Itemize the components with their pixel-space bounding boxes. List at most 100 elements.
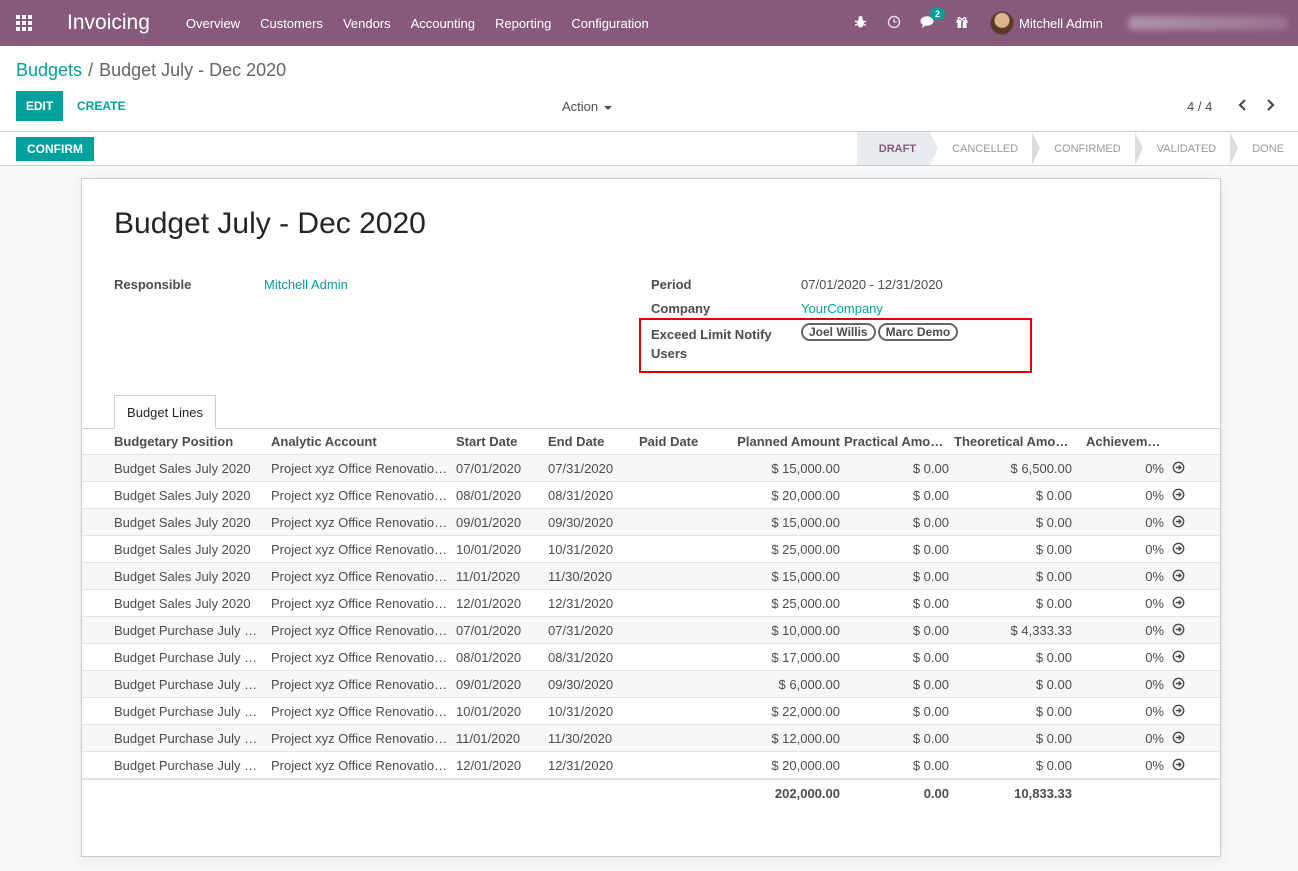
cell-practical-amount: $ 0.00 — [912, 703, 949, 719]
cell-end-date: 10/31/2020 — [548, 703, 614, 719]
header-end-date[interactable]: End Date — [548, 434, 630, 449]
avatar[interactable] — [990, 11, 1014, 35]
menu-accounting[interactable]: Accounting — [411, 16, 475, 31]
notify-tags: Joel Willis Marc Demo — [801, 323, 960, 341]
header-planned-amount[interactable]: Planned Amount — [722, 434, 840, 449]
table-row[interactable]: Budget Purchase July 2… Project xyz Offic… — [82, 671, 1220, 698]
stage-cancelled[interactable]: CANCELLED — [930, 132, 1041, 165]
table-row[interactable]: Budget Sales July 2020 Project xyz Office… — [82, 455, 1220, 482]
cell-planned-amount: $ 25,000.00 — [771, 541, 840, 557]
cell-end-date: 11/30/2020 — [548, 568, 613, 584]
tag-marc-demo[interactable]: Marc Demo — [877, 323, 959, 341]
cell-practical-amount: $ 0.00 — [912, 595, 949, 611]
chevron-left-icon[interactable] — [1236, 96, 1250, 114]
cell-start-date: 10/01/2020 — [456, 703, 522, 719]
menu-overview[interactable]: Overview — [186, 16, 240, 31]
bug-icon[interactable] — [850, 15, 870, 32]
menu-configuration[interactable]: Configuration — [571, 16, 648, 31]
header-analytic-account[interactable]: Analytic Account — [271, 434, 451, 449]
period-value: 07/01/2020 - 12/31/2020 — [801, 277, 943, 292]
table-row[interactable]: Budget Purchase July 2… Project xyz Offic… — [82, 725, 1220, 752]
table-row[interactable]: Budget Purchase July 2… Project xyz Offic… — [82, 617, 1220, 644]
arrow-circle-right-icon[interactable] — [1172, 677, 1186, 691]
arrow-circle-right-icon[interactable] — [1172, 515, 1186, 529]
chat-icon[interactable]: 2 — [918, 7, 946, 32]
stage-draft[interactable]: DRAFT — [856, 132, 939, 165]
table-row[interactable]: Budget Sales July 2020 Project xyz Office… — [82, 563, 1220, 590]
cell-budgetary-position: Budget Purchase July 2… — [114, 676, 262, 692]
table-row[interactable]: Budget Purchase July 2… Project xyz Offic… — [82, 752, 1220, 779]
menu-customers[interactable]: Customers — [260, 16, 323, 31]
cell-budgetary-position: Budget Purchase July 2… — [114, 757, 262, 773]
total-planned: 202,000.00 — [774, 785, 840, 801]
cell-budgetary-position: Budget Purchase July 2… — [114, 649, 262, 665]
budget-title: Budget July - Dec 2020 — [114, 207, 426, 240]
stage-done[interactable]: DONE — [1230, 132, 1298, 165]
create-button[interactable]: CREATE — [77, 99, 125, 113]
arrow-circle-right-icon[interactable] — [1172, 488, 1186, 502]
cell-practical-amount: $ 0.00 — [912, 676, 949, 692]
table-row[interactable]: Budget Sales July 2020 Project xyz Office… — [82, 590, 1220, 617]
header-practical-amount[interactable]: Practical Amount — [844, 434, 949, 449]
arrow-circle-right-icon[interactable] — [1172, 461, 1186, 475]
table-row[interactable]: Budget Purchase July 2… Project xyz Offic… — [82, 698, 1220, 725]
cell-budgetary-position: Budget Purchase July 2… — [114, 622, 262, 638]
confirm-button[interactable]: CONFIRM — [16, 137, 94, 161]
company-value[interactable]: YourCompany — [801, 301, 883, 316]
cell-start-date: 08/01/2020 — [456, 649, 522, 665]
arrow-circle-right-icon[interactable] — [1172, 704, 1186, 718]
cell-achievement: 0% — [1145, 460, 1164, 476]
app-title[interactable]: Invoicing — [67, 11, 150, 35]
apps-grid-icon[interactable] — [16, 15, 34, 31]
menu-vendors[interactable]: Vendors — [343, 16, 391, 31]
cell-analytic-account: Project xyz Office Renovation… — [271, 568, 451, 584]
stage-validated[interactable]: VALIDATED — [1134, 132, 1238, 165]
tab-budget-lines[interactable]: Budget Lines — [114, 395, 216, 429]
chevron-right-icon[interactable] — [1263, 96, 1277, 114]
header-paid-date[interactable]: Paid Date — [639, 434, 721, 449]
breadcrumb-budgets[interactable]: Budgets — [16, 60, 82, 80]
arrow-circle-right-icon[interactable] — [1172, 731, 1186, 745]
cell-practical-amount: $ 0.00 — [912, 757, 949, 773]
cell-budgetary-position: Budget Purchase July 2… — [114, 730, 262, 746]
table-row[interactable]: Budget Sales July 2020 Project xyz Office… — [82, 509, 1220, 536]
arrow-circle-right-icon[interactable] — [1172, 758, 1186, 772]
arrow-circle-right-icon[interactable] — [1172, 650, 1186, 664]
control-panel: Budgets / Budget July - Dec 2020 EDIT CREA… — [0, 46, 1298, 132]
clock-icon[interactable] — [884, 15, 904, 32]
cell-achievement: 0% — [1145, 676, 1164, 692]
arrow-circle-right-icon[interactable] — [1172, 623, 1186, 637]
cell-achievement: 0% — [1145, 541, 1164, 557]
header-budgetary-position[interactable]: Budgetary Position — [114, 434, 262, 449]
cell-budgetary-position: Budget Sales July 2020 — [114, 541, 251, 557]
cell-achievement: 0% — [1145, 514, 1164, 530]
table-row[interactable]: Budget Sales July 2020 Project xyz Office… — [82, 536, 1220, 563]
table-row[interactable]: Budget Sales July 2020 Project xyz Office… — [82, 482, 1220, 509]
header-achievement[interactable]: Achievement — [1086, 434, 1164, 449]
table-header: Budgetary Position Analytic Account Star… — [82, 429, 1220, 455]
cell-analytic-account: Project xyz Office Renovation… — [271, 541, 451, 557]
cell-achievement: 0% — [1145, 730, 1164, 746]
responsible-value[interactable]: Mitchell Admin — [264, 277, 348, 292]
cell-theoretical-amount: $ 0.00 — [1035, 568, 1072, 584]
header-start-date[interactable]: Start Date — [456, 434, 538, 449]
cell-theoretical-amount: $ 0.00 — [1035, 757, 1072, 773]
arrow-circle-right-icon[interactable] — [1172, 569, 1186, 583]
tag-joel-willis[interactable]: Joel Willis — [801, 323, 876, 341]
cell-practical-amount: $ 0.00 — [912, 541, 949, 557]
menu-reporting[interactable]: Reporting — [495, 16, 551, 31]
header-theoretical-amount[interactable]: Theoretical Amount — [954, 434, 1072, 449]
action-dropdown[interactable]: Action — [562, 99, 613, 114]
stage-confirmed[interactable]: CONFIRMED — [1032, 132, 1143, 165]
arrow-circle-right-icon[interactable] — [1172, 542, 1186, 556]
arrow-circle-right-icon[interactable] — [1172, 596, 1186, 610]
cell-practical-amount: $ 0.00 — [912, 649, 949, 665]
edit-button[interactable]: EDIT — [16, 91, 63, 121]
gift-icon[interactable] — [952, 15, 972, 32]
pager-value[interactable]: 4 / 4 — [1187, 99, 1212, 114]
cell-planned-amount: $ 15,000.00 — [771, 568, 840, 584]
user-menu[interactable]: Mitchell Admin — [1019, 16, 1103, 31]
table-row[interactable]: Budget Purchase July 2… Project xyz Offic… — [82, 644, 1220, 671]
cell-planned-amount: $ 25,000.00 — [771, 595, 840, 611]
cell-theoretical-amount: $ 0.00 — [1035, 487, 1072, 503]
